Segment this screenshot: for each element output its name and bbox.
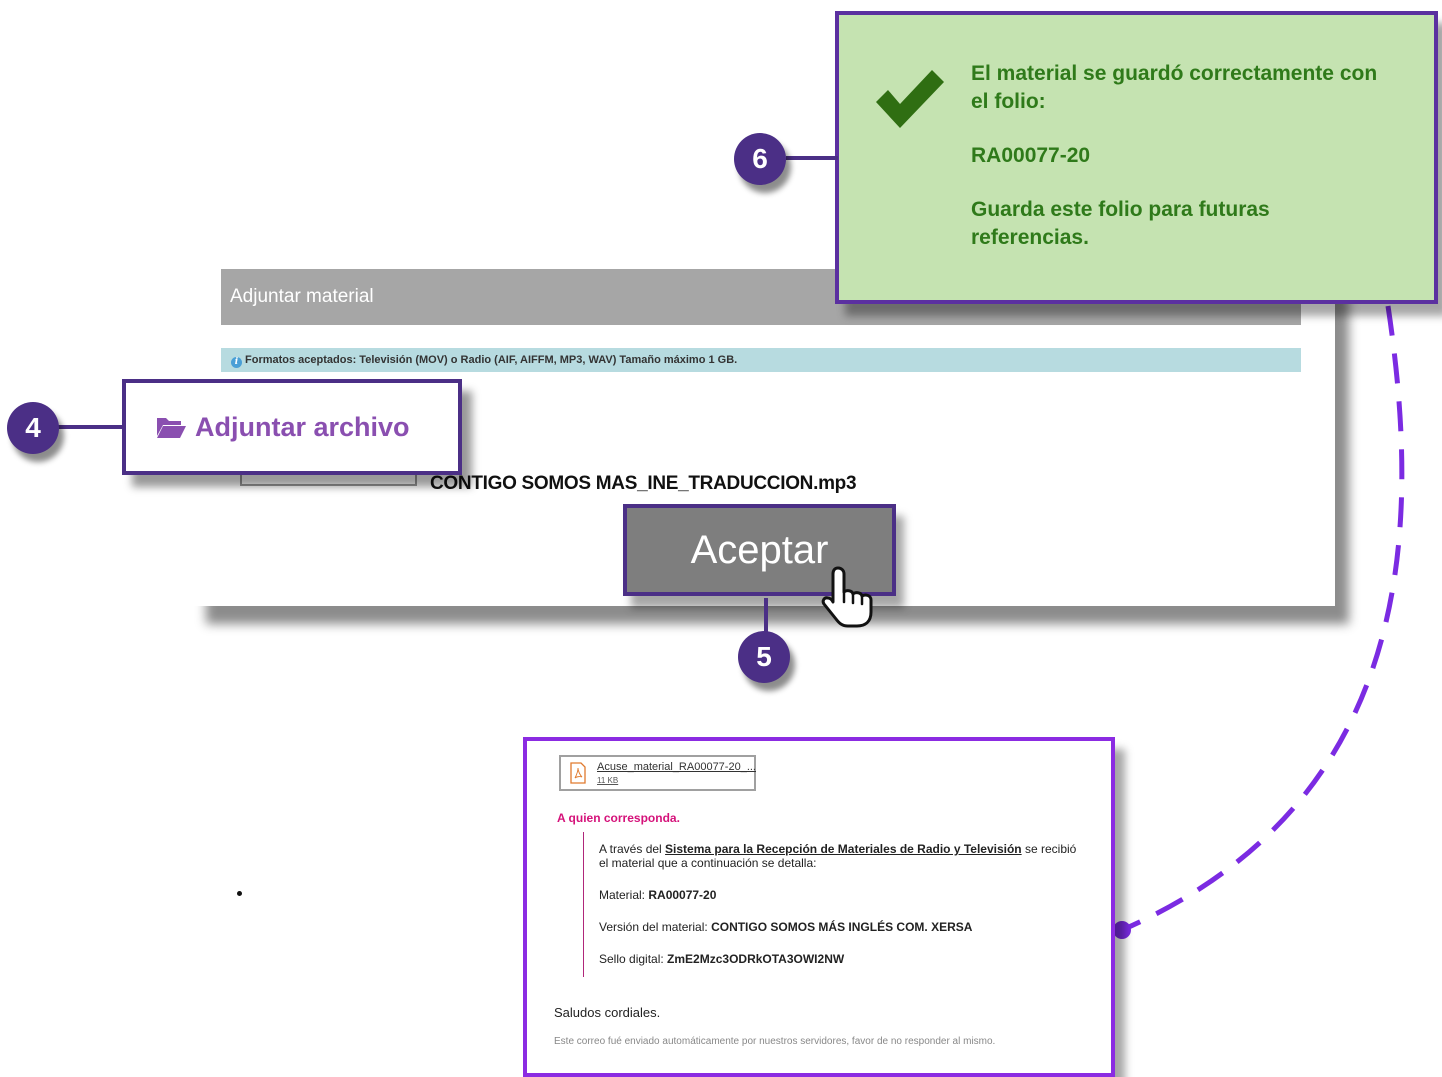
- info-icon: i: [231, 357, 242, 368]
- step-6-line: [786, 156, 838, 160]
- formats-info-bar: i Formatos aceptados: Televisión (MOV) o …: [221, 348, 1301, 372]
- formats-info-text: Formatos aceptados: Televisión (MOV) o R…: [245, 354, 738, 366]
- attachment-name[interactable]: Acuse_material_RA00077-20_...: [597, 761, 756, 773]
- step-5-line: [764, 598, 768, 632]
- seal-row: Sello digital: ZmE2Mzc3ODRkOTA3OWI2NW: [599, 952, 1079, 966]
- material-row: Material: RA00077-20: [599, 888, 1079, 902]
- intro-prefix: A través del: [599, 842, 666, 856]
- material-value: RA00077-20: [648, 888, 717, 902]
- version-label: Versión del material:: [599, 920, 712, 934]
- hand-pointer-icon: [821, 566, 873, 628]
- success-folio: RA00077-20: [971, 144, 1091, 167]
- attach-file-button[interactable]: Adjuntar archivo: [122, 379, 462, 475]
- step-4-badge: 4: [7, 402, 59, 454]
- selected-file-name: CONTIGO SOMOS MAS_INE_TRADUCCION.mp3: [430, 473, 857, 494]
- folder-open-icon: [157, 418, 186, 438]
- version-row: Versión del material: CONTIGO SOMOS MÁS …: [599, 920, 1079, 934]
- checkmark-icon: [876, 70, 944, 128]
- step-5-badge: 5: [738, 631, 790, 683]
- success-message: El material se guardó correctamente con …: [971, 60, 1391, 278]
- seal-label: Sello digital:: [599, 952, 668, 966]
- pdf-file-icon: [570, 762, 586, 784]
- email-auto-note: Este correo fué enviado automáticamente …: [554, 1036, 996, 1047]
- bullet-dot: [237, 891, 242, 896]
- system-name-link[interactable]: Sistema para la Recepción de Materiales …: [665, 842, 1022, 856]
- attachment-size: 11 KB: [597, 776, 619, 785]
- step-4-line: [58, 425, 124, 429]
- email-body: A través del Sistema para la Recepción d…: [599, 842, 1079, 984]
- material-label: Material:: [599, 888, 649, 902]
- panel-title: Adjuntar material: [230, 286, 374, 307]
- step-6-badge: 6: [734, 133, 786, 185]
- email-intro: A través del Sistema para la Recepción d…: [599, 842, 1079, 870]
- accept-button-label: Aceptar: [690, 527, 829, 572]
- email-regards: Saludos cordiales.: [554, 1005, 661, 1020]
- success-line-3: Guarda este folio para futuras referenci…: [971, 198, 1270, 249]
- attach-file-label: Adjuntar archivo: [195, 411, 410, 442]
- quote-bar: [583, 832, 584, 977]
- email-greeting: A quien corresponda.: [557, 811, 680, 825]
- version-value: CONTIGO SOMOS MÁS INGLÉS COM. XERSA: [711, 920, 973, 934]
- seal-value: ZmE2Mzc3ODRkOTA3OWI2NW: [667, 952, 845, 966]
- success-line-1: El material se guardó correctamente con …: [971, 62, 1378, 113]
